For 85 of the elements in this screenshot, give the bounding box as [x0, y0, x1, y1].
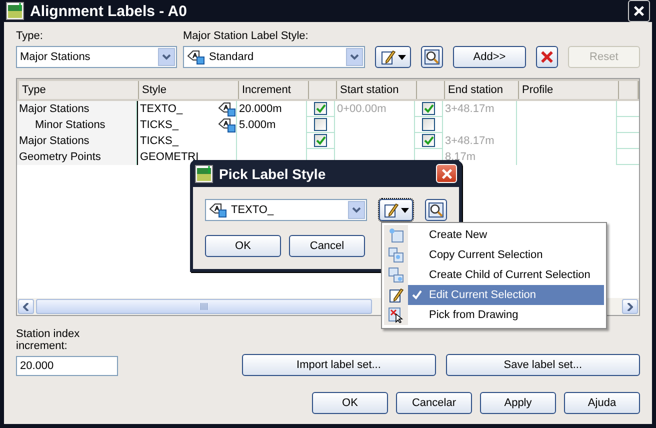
table-cell: Major Stations: [17, 133, 137, 149]
column-header[interactable]: Style: [139, 81, 239, 99]
dialog-button[interactable]: OK: [312, 392, 388, 414]
table-cell: 5.000m: [237, 117, 307, 133]
label-set-button[interactable]: Save label set...: [446, 354, 640, 376]
window-icon: [195, 164, 213, 182]
caret-icon: [400, 208, 409, 212]
edit-style-button[interactable]: [378, 199, 413, 221]
menu-label: Pick from Drawing: [429, 309, 518, 321]
table-cell: Minor Stations: [17, 117, 137, 133]
checkbox[interactable]: [422, 102, 435, 115]
checkbox[interactable]: [422, 134, 435, 147]
check-icon: [316, 104, 326, 113]
table-cell: 8.17m: [443, 149, 517, 165]
type-dropdown[interactable]: Major Stations: [16, 46, 177, 68]
dialog-button[interactable]: Cancelar: [396, 392, 472, 414]
table-cell: 3+48.17m: [443, 133, 517, 149]
menu-label: Create Child of Current Selection: [429, 269, 590, 281]
scroll-right-icon[interactable]: [627, 302, 633, 310]
table-cell: 3+48.17m: [443, 101, 517, 117]
column-header[interactable]: Start station: [337, 81, 417, 99]
close-icon: [540, 50, 554, 64]
dialog-button[interactable]: Cancel: [289, 235, 365, 257]
edit-style-button[interactable]: [375, 46, 412, 68]
column-header[interactable]: Profile: [519, 81, 619, 99]
window-icon: [6, 2, 24, 20]
label-style-icon: [218, 117, 236, 133]
column-header[interactable]: Type: [19, 81, 139, 99]
field-label: Station index increment:: [16, 328, 81, 352]
table-cell: TICKS_: [137, 133, 237, 149]
window-title: Alignment Labels - A0: [30, 2, 188, 20]
menu-item[interactable]: Create Child of Current Selection: [384, 265, 604, 285]
check-icon: [424, 104, 434, 113]
child-style-icon: [388, 267, 404, 283]
menu-label: Edit Current Selection: [429, 289, 536, 301]
label-style-icon: [209, 202, 227, 218]
dialog-button[interactable]: Apply: [480, 392, 556, 414]
edit-pencil-icon: [388, 287, 404, 303]
menu-item[interactable]: Pick from Drawing: [384, 305, 604, 325]
dialog-button[interactable]: Ajuda: [564, 392, 640, 414]
table-cell: 20.000m: [237, 101, 307, 117]
search-icon: [424, 49, 440, 65]
station-increment-input[interactable]: 20.000: [16, 356, 118, 376]
field-label: Type:: [16, 30, 44, 42]
search-icon: [428, 202, 444, 218]
table-cell: Geometry Points: [17, 149, 137, 165]
checkbox[interactable]: [422, 118, 435, 131]
add-button[interactable]: Add>>: [453, 46, 526, 68]
menu-label: Copy Current Selection: [429, 249, 543, 261]
label-style-icon: [218, 101, 236, 117]
close-icon: [633, 5, 645, 17]
new-style-icon: [388, 227, 404, 243]
preview-button[interactable]: [421, 46, 444, 68]
dialog-title: Pick Label Style: [219, 166, 327, 182]
edit-pencil-icon: [380, 49, 396, 65]
label-set-button[interactable]: Import label set...: [242, 354, 436, 376]
pick-cursor-icon: [388, 307, 404, 323]
grip-icon: [200, 303, 208, 310]
column-header[interactable]: End station: [445, 81, 519, 99]
menu-label: Create New: [429, 229, 488, 241]
style-dropdown[interactable]: Standard: [183, 46, 365, 68]
style-dropdown[interactable]: TEXTO_: [205, 199, 367, 221]
menu-item[interactable]: Copy Current Selection: [384, 245, 604, 265]
caret-icon: [398, 54, 406, 60]
delete-button[interactable]: [536, 46, 558, 68]
table-cell: TICKS_: [137, 117, 237, 133]
close-icon: [440, 168, 452, 180]
check-icon: [316, 136, 326, 145]
label-style-icon: [187, 49, 205, 65]
dialog-button[interactable]: OK: [205, 235, 281, 257]
check-icon: [424, 136, 434, 145]
checkbox[interactable]: [314, 134, 327, 147]
table-cell: 0+00.00m: [335, 101, 415, 117]
edit-pencil-icon: [382, 202, 399, 218]
column-header[interactable]: Increment: [239, 81, 309, 99]
menu-item[interactable]: Create New: [384, 225, 604, 245]
preview-button[interactable]: [425, 199, 447, 221]
checkbox[interactable]: [314, 102, 327, 115]
checkbox[interactable]: [314, 118, 327, 131]
table-cell: Major Stations: [17, 101, 137, 117]
scroll-left-icon[interactable]: [23, 302, 29, 310]
copy-style-icon: [388, 247, 404, 263]
menu-item[interactable]: Edit Current Selection: [384, 285, 604, 305]
field-label: Major Station Label Style:: [183, 30, 310, 42]
close-button[interactable]: [628, 0, 650, 22]
